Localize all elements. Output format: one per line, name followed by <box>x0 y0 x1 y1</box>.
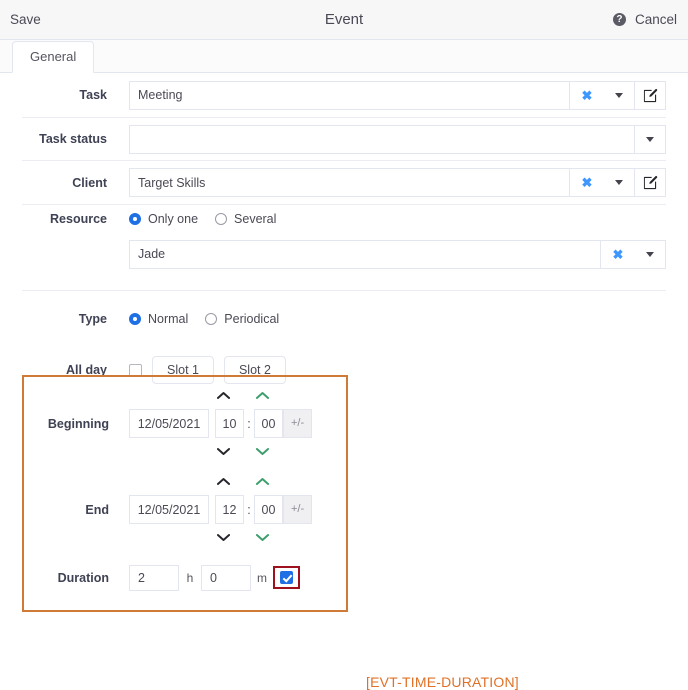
chevron-down-icon <box>646 252 654 257</box>
cancel-button[interactable]: Cancel <box>635 12 677 27</box>
end-hour-down-button[interactable] <box>209 533 238 542</box>
beginning-hour-up-button[interactable] <box>209 391 238 400</box>
end-hour-input[interactable] <box>215 495 244 524</box>
task-clear-button[interactable]: ✖ <box>570 81 604 110</box>
client-dropdown-button[interactable] <box>604 168 635 197</box>
field-row-task-status: Task status <box>0 118 688 160</box>
time-duration-highlight-box: Beginning : +/- <box>22 375 348 612</box>
beginning-date-input[interactable] <box>129 409 209 438</box>
field-row-resource-value: ✖ <box>0 232 688 276</box>
chevron-down-icon <box>615 180 623 185</box>
duration-checkbox[interactable] <box>280 571 293 584</box>
beginning-time-separator: : <box>244 417 254 431</box>
tab-general[interactable]: General <box>12 41 94 73</box>
duration-minutes-unit: m <box>251 571 273 585</box>
end-label: End <box>24 503 129 517</box>
resource-clear-button[interactable]: ✖ <box>601 240 635 269</box>
task-edit-button[interactable] <box>635 81 666 110</box>
window-titlebar: Save Event ? Cancel <box>0 0 688 40</box>
beginning-up-arrows <box>24 385 346 406</box>
resource-label: Resource <box>0 212 129 226</box>
field-row-client: Client ✖ <box>0 161 688 204</box>
client-input[interactable] <box>129 168 570 197</box>
end-plus-minus-button[interactable]: +/- <box>283 495 312 524</box>
beginning-minute-input[interactable] <box>254 409 283 438</box>
client-clear-button[interactable]: ✖ <box>570 168 604 197</box>
save-button[interactable]: Save <box>10 12 41 27</box>
resource-input[interactable] <box>129 240 601 269</box>
type-radio-periodical[interactable] <box>205 313 217 325</box>
titlebar-actions: ? Cancel <box>613 12 677 27</box>
resource-radio-only-one-label: Only one <box>148 212 198 226</box>
event-form-panel: Task ✖ Task status <box>0 73 688 666</box>
beginning-label: Beginning <box>24 417 129 431</box>
beginning-minute-up-button[interactable] <box>248 391 277 400</box>
client-label: Client <box>0 176 129 190</box>
duration-hours-unit: h <box>179 571 201 585</box>
field-row-task: Task ✖ <box>0 73 688 117</box>
duration-annotation-label: [EVT-TIME-DURATION] <box>366 674 519 690</box>
field-row-duration: Duration h m <box>24 563 346 592</box>
beginning-minute-down-button[interactable] <box>248 447 277 456</box>
end-up-arrows <box>24 471 346 492</box>
end-hour-up-button[interactable] <box>209 477 238 486</box>
chevron-down-icon <box>256 533 269 542</box>
window-title: Event <box>0 11 688 28</box>
task-status-dropdown-button[interactable] <box>635 125 666 154</box>
beginning-hour-down-button[interactable] <box>209 447 238 456</box>
beginning-plus-minus-button[interactable]: +/- <box>283 409 312 438</box>
beginning-hour-input[interactable] <box>215 409 244 438</box>
end-minute-down-button[interactable] <box>248 533 277 542</box>
field-row-end: End : +/- <box>24 495 346 524</box>
task-input[interactable] <box>129 81 570 110</box>
chevron-down-icon <box>256 447 269 456</box>
chevron-up-icon <box>217 477 230 486</box>
type-radio-normal[interactable] <box>129 313 141 325</box>
field-row-beginning: Beginning : +/- <box>24 409 346 438</box>
field-row-type: Type Normal Periodical <box>0 291 688 347</box>
task-dropdown-button[interactable] <box>604 81 635 110</box>
duration-label: Duration <box>24 571 129 585</box>
resource-radio-several[interactable] <box>215 213 227 225</box>
chevron-up-icon <box>256 477 269 486</box>
resource-radio-only-one[interactable] <box>129 213 141 225</box>
chevron-up-icon <box>217 391 230 400</box>
chevron-down-icon <box>646 137 654 142</box>
chevron-down-icon <box>217 447 230 456</box>
resource-dropdown-button[interactable] <box>635 240 666 269</box>
resource-radio-several-label: Several <box>234 212 276 226</box>
task-status-label: Task status <box>0 132 129 146</box>
task-status-input[interactable] <box>129 125 635 154</box>
chevron-down-icon <box>217 533 230 542</box>
end-time-separator: : <box>244 503 254 517</box>
chevron-up-icon <box>256 391 269 400</box>
duration-hours-input[interactable] <box>129 565 179 591</box>
field-row-resource: Resource Only one Several <box>0 205 688 232</box>
end-minute-input[interactable] <box>254 495 283 524</box>
task-label: Task <box>0 88 129 102</box>
help-circle-icon[interactable]: ? <box>613 13 626 26</box>
type-radio-periodical-label: Periodical <box>224 312 279 326</box>
end-down-arrows <box>24 527 346 548</box>
end-minute-up-button[interactable] <box>248 477 277 486</box>
beginning-down-arrows <box>24 441 346 462</box>
duration-checkbox-highlight <box>273 566 300 589</box>
duration-minutes-input[interactable] <box>201 565 251 591</box>
tab-strip: General <box>0 40 688 73</box>
chevron-down-icon <box>615 93 623 98</box>
type-radio-normal-label: Normal <box>148 312 188 326</box>
edit-square-icon <box>643 175 658 190</box>
type-label: Type <box>0 312 129 326</box>
client-edit-button[interactable] <box>635 168 666 197</box>
end-date-input[interactable] <box>129 495 209 524</box>
edit-square-icon <box>643 88 658 103</box>
